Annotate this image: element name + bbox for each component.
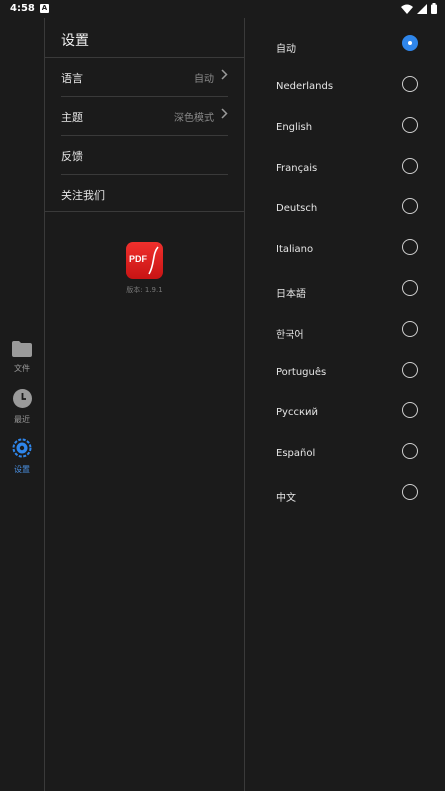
rail-item-label: 最近 — [14, 415, 30, 424]
page-title: 设置 — [61, 33, 89, 49]
chevron-right-icon — [221, 108, 228, 119]
row-label: 主题 — [61, 111, 83, 124]
rail-item-files[interactable]: 文件 — [0, 341, 44, 374]
nav-rail: 文件 最近 设置 — [0, 18, 45, 791]
radio-button[interactable] — [402, 198, 418, 214]
rail-item-settings[interactable]: 设置 — [0, 438, 44, 475]
language-name: Español — [276, 448, 316, 459]
language-option[interactable]: English — [245, 110, 445, 150]
app-logo: PDF — [126, 242, 163, 279]
language-option[interactable]: Deutsch — [245, 191, 445, 231]
radio-button[interactable] — [402, 321, 418, 337]
radio-button-selected[interactable] — [402, 35, 418, 51]
battery-icon — [431, 3, 437, 14]
language-option[interactable]: 日本語 — [245, 273, 445, 313]
folder-icon — [12, 341, 32, 357]
language-name: Italiano — [276, 244, 314, 255]
settings-row-follow-us[interactable]: 关注我们 — [61, 175, 228, 213]
row-label: 语言 — [61, 72, 83, 85]
divider — [45, 211, 244, 212]
radio-button[interactable] — [402, 158, 418, 174]
row-value: 深色模式 — [174, 113, 214, 124]
wifi-icon — [401, 4, 413, 14]
language-name: Nederlands — [276, 81, 334, 92]
settings-row-feedback[interactable]: 反馈 — [61, 136, 228, 175]
rail-item-recent[interactable]: 最近 — [0, 389, 44, 425]
radio-button[interactable] — [402, 362, 418, 378]
language-name: Deutsch — [276, 203, 318, 214]
language-list: 自动 Nederlands English Français Deutsch I… — [245, 18, 445, 791]
signature-stroke-icon — [148, 246, 159, 275]
rail-item-label: 文件 — [14, 364, 30, 373]
chevron-right-icon — [221, 69, 228, 80]
notification-icon: A — [40, 4, 49, 13]
status-icons — [401, 3, 437, 14]
language-option[interactable]: 中文 — [245, 477, 445, 517]
status-bar: 4:58 A — [0, 0, 445, 18]
language-name: Português — [276, 367, 327, 378]
radio-button[interactable] — [402, 280, 418, 296]
app-logo-text: PDF — [129, 254, 147, 264]
language-option[interactable]: Français — [245, 151, 445, 191]
language-option[interactable]: Русский — [245, 395, 445, 435]
language-name: Français — [276, 163, 318, 174]
radio-button[interactable] — [402, 484, 418, 500]
status-time: 4:58 — [10, 3, 35, 14]
language-option[interactable]: Español — [245, 436, 445, 476]
radio-button[interactable] — [402, 402, 418, 418]
gear-icon — [12, 438, 32, 458]
signal-icon — [417, 3, 427, 14]
language-name: 日本語 — [276, 289, 306, 300]
settings-row-theme[interactable]: 主题 深色模式 — [61, 97, 228, 136]
language-option[interactable]: 한국어 — [245, 314, 445, 354]
language-name: 中文 — [276, 493, 296, 504]
language-name: Русский — [276, 407, 318, 418]
settings-row-language[interactable]: 语言 自动 — [61, 58, 228, 97]
row-label: 关注我们 — [61, 189, 105, 202]
row-value: 自动 — [194, 74, 214, 85]
radio-button[interactable] — [402, 76, 418, 92]
language-name: 自动 — [276, 44, 296, 55]
language-name: English — [276, 122, 313, 133]
language-option[interactable]: Italiano — [245, 232, 445, 272]
rail-item-label: 设置 — [14, 465, 30, 474]
language-option[interactable]: Nederlands — [245, 69, 445, 109]
radio-button[interactable] — [402, 443, 418, 459]
settings-panel: 设置 语言 自动 主题 深色模式 反馈 关注我们 PDF 版本: 1.9.1 — [45, 18, 245, 791]
language-name: 한국어 — [276, 330, 304, 341]
app-version: 版本: 1.9.1 — [126, 286, 163, 294]
radio-button[interactable] — [402, 239, 418, 255]
language-option[interactable]: 自动 — [245, 28, 445, 68]
row-label: 反馈 — [61, 150, 83, 163]
language-option[interactable]: Português — [245, 355, 445, 395]
clock-icon — [12, 389, 32, 408]
radio-button[interactable] — [402, 117, 418, 133]
